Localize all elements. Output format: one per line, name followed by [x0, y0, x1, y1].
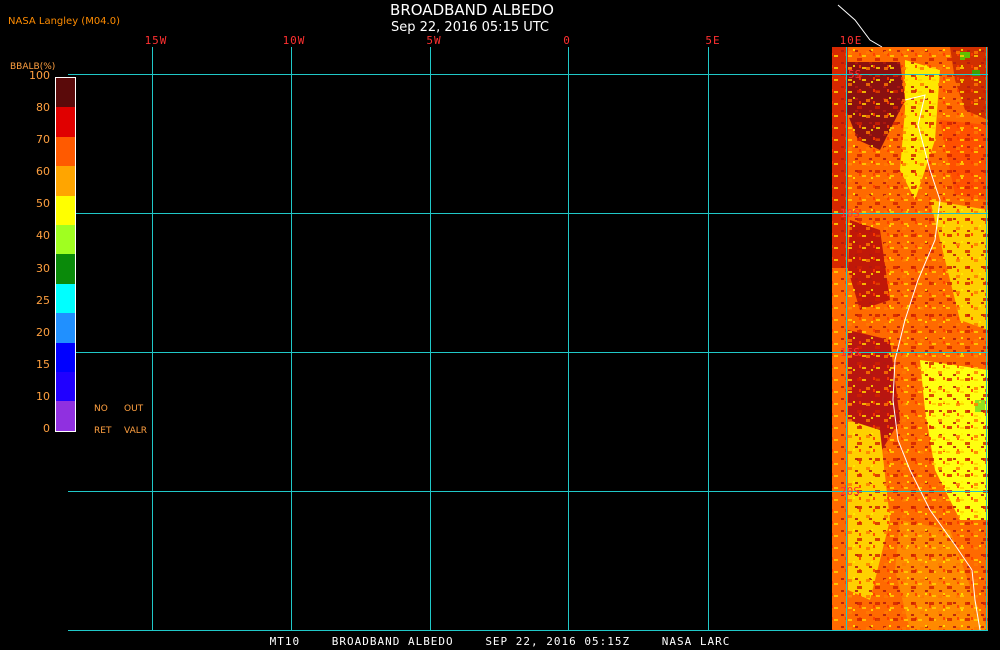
colorbar-swatch: [56, 401, 75, 431]
lat-label-10s: 10S: [840, 207, 860, 220]
colorbar-swatch: [56, 313, 75, 343]
colorbar-tick: 100: [29, 69, 50, 82]
lat-label-15s: 15S: [840, 346, 860, 359]
footer-org: NASA LARC: [661, 635, 731, 648]
colorbar-tick: 0: [43, 422, 50, 435]
footer-caption: MT10 BROADBAND ALBEDO SEP 22, 2016 05:15…: [0, 635, 1000, 648]
colorbar-swatch: [56, 283, 75, 314]
colorbar-tick: 15: [36, 357, 50, 371]
colorbar-swatch: [56, 78, 75, 108]
colorbar-tick: 10: [36, 389, 50, 403]
lat-label-20s: 20S: [840, 485, 860, 498]
colorbar-swatch: [56, 342, 75, 373]
no-ret-label: NO RET: [94, 404, 111, 436]
footer-product: BROADBAND ALBEDO: [331, 635, 454, 648]
land-area: [832, 47, 988, 630]
colorbar-swatch: [56, 225, 75, 255]
colorbar-swatch: [56, 107, 75, 137]
colorbar-tick: 70: [36, 133, 50, 147]
footer-sat: MT10: [269, 635, 301, 648]
out-valr-label: OUT VALR: [124, 404, 147, 436]
colorbar-tick: 30: [36, 261, 50, 275]
lat-label-5s: 5S: [848, 68, 862, 81]
colorbar-tick: 25: [36, 293, 50, 307]
colorbar-swatch: [56, 136, 75, 167]
colorbar-tick: 50: [36, 197, 50, 211]
map-canvas: [68, 4, 988, 631]
colorbar-swatch: [56, 254, 75, 284]
out-valr-line2: VALR: [124, 426, 148, 436]
colorbar-tick: 20: [36, 325, 50, 339]
colorbar: [55, 77, 76, 432]
map-viewer: NASA Langley (M04.0) BROADBAND ALBEDO Se…: [0, 0, 1000, 650]
colorbar-swatch: [56, 372, 75, 402]
colorbar-tick: 40: [36, 229, 50, 243]
colorbar-swatch: [56, 195, 75, 226]
no-ret-line2: RET: [94, 426, 112, 436]
colorbar-tick: 60: [36, 165, 50, 179]
no-ret-line1: NO: [94, 404, 108, 414]
colorbar-tick: 80: [36, 101, 50, 115]
colorbar-swatch: [56, 166, 75, 196]
footer-datetime: SEP 22, 2016 05:15Z: [485, 635, 631, 648]
out-valr-line1: OUT: [124, 404, 144, 414]
